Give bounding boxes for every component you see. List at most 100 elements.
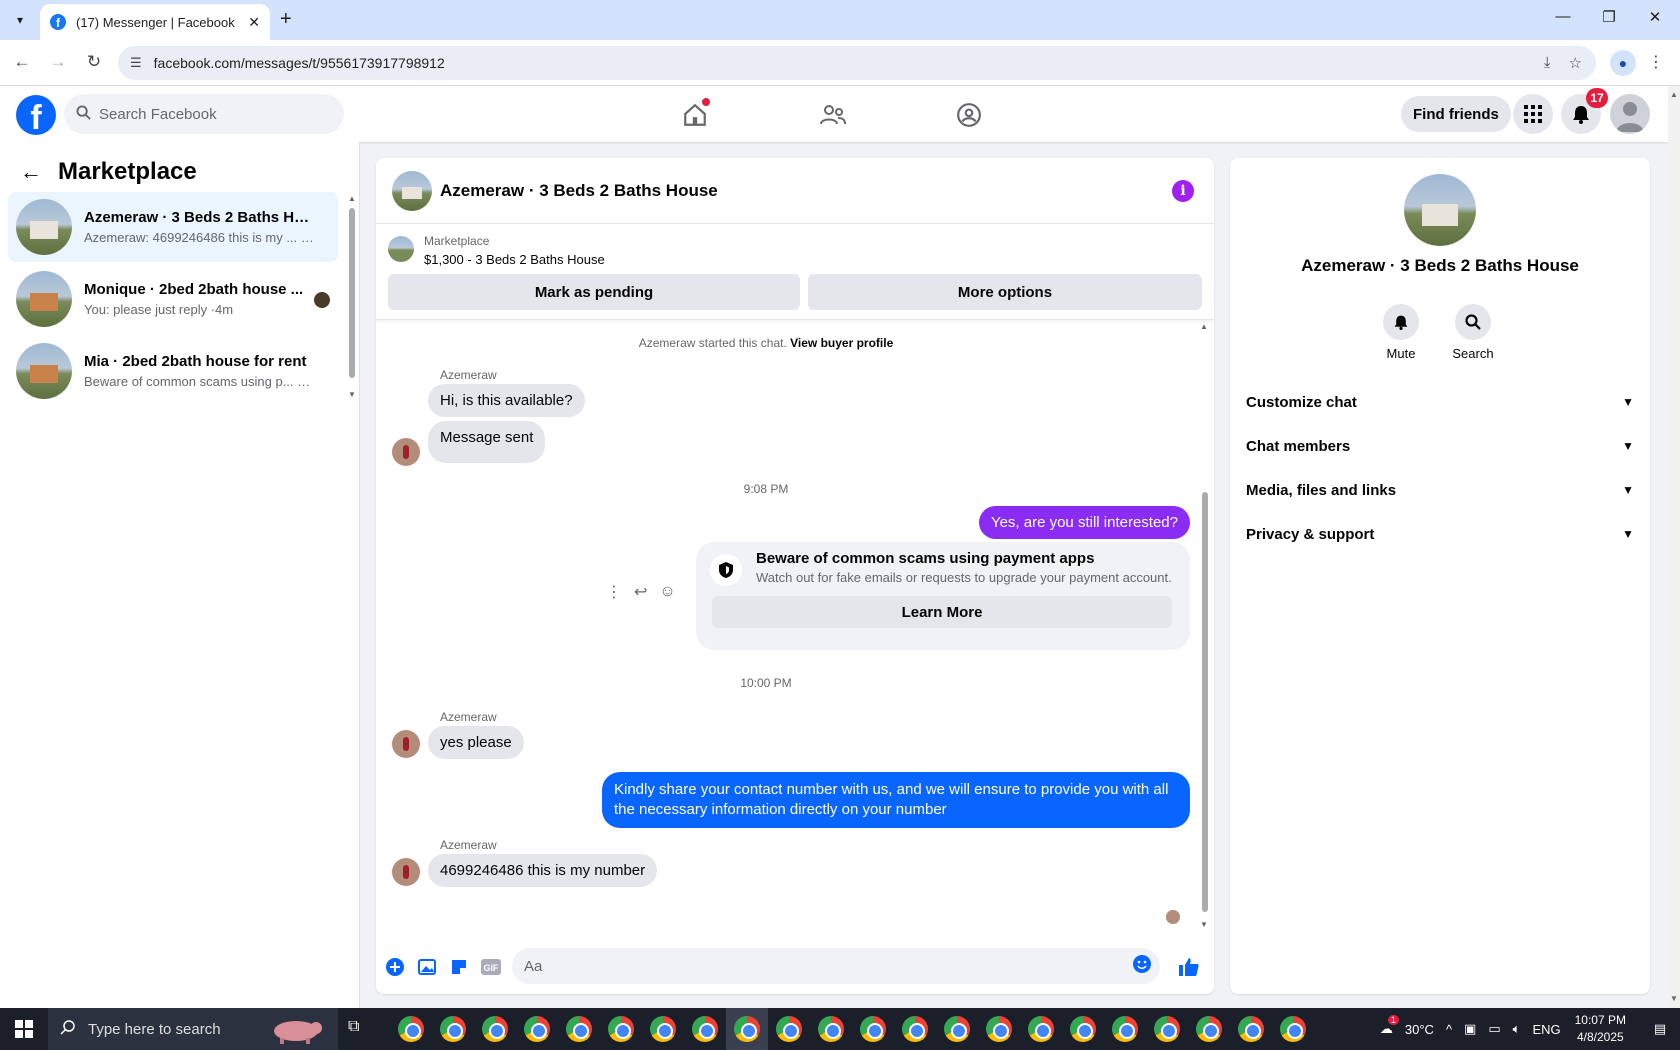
notification-center-icon[interactable]: ▤ [1640, 1008, 1680, 1050]
site-info-icon[interactable]: ☰ [130, 55, 142, 71]
menu-grid-icon[interactable] [1513, 94, 1553, 134]
chrome-taskbar-icon[interactable] [600, 1008, 642, 1050]
volume-icon[interactable]: 🔈︎ [1513, 1021, 1521, 1037]
sender-avatar[interactable] [392, 438, 420, 466]
message-input[interactable]: Aa [512, 948, 1160, 984]
mark-as-pending-button[interactable]: Mark as pending [388, 274, 800, 310]
listing-price[interactable]: $1,300 - 3 Beds 2 Baths House [424, 252, 605, 267]
scroll-up-icon[interactable]: ▲ [348, 194, 356, 203]
scroll-down-icon[interactable]: ▼ [348, 390, 356, 399]
friends-icon[interactable] [816, 98, 850, 132]
scroll-up-icon[interactable]: ▲ [1200, 322, 1208, 331]
incoming-message[interactable]: yes please [428, 726, 524, 759]
sender-avatar[interactable] [392, 730, 420, 758]
install-app-icon[interactable]: ⤓ [1544, 54, 1551, 72]
task-view-icon[interactable]: ⧉ [348, 1018, 359, 1036]
react-emoji-icon[interactable]: ☺ [659, 583, 675, 601]
windows-start-icon[interactable] [0, 1008, 48, 1050]
sender-avatar[interactable] [392, 858, 420, 886]
chrome-taskbar-icon[interactable] [558, 1008, 600, 1050]
network-icon[interactable]: ▭ [1488, 1021, 1500, 1037]
chat-info-avatar[interactable] [1404, 174, 1476, 246]
back-arrow-icon[interactable]: ← [20, 159, 42, 185]
chrome-taskbar-icon[interactable] [1062, 1008, 1104, 1050]
chat-members-row[interactable]: Chat members ▼ [1246, 428, 1634, 464]
scrollbar-thumb[interactable] [349, 208, 355, 378]
incoming-message[interactable]: 4699246486 this is my number [428, 854, 658, 887]
emoji-icon[interactable] [1132, 954, 1152, 978]
outgoing-message[interactable]: Kindly share your contact number with us… [602, 772, 1190, 828]
chat-house-avatar[interactable] [392, 170, 432, 211]
chrome-taskbar-icon[interactable] [894, 1008, 936, 1050]
chrome-taskbar-icon[interactable] [474, 1008, 516, 1050]
chrome-taskbar-icon[interactable] [810, 1008, 852, 1050]
restore-icon[interactable]: ❐ [1594, 8, 1624, 26]
chat-scrollbar[interactable]: ▲ ▼ [1200, 322, 1210, 932]
view-buyer-profile-link[interactable]: View buyer profile [790, 336, 893, 350]
privacy-support-row[interactable]: Privacy & support ▼ [1246, 516, 1634, 552]
reply-icon[interactable]: ↩ [634, 582, 647, 602]
conversation-item[interactable]: Mia · 2bed 2bath house for rent Beware o… [8, 336, 338, 406]
more-actions-icon[interactable]: ⋮ [606, 582, 622, 602]
chrome-taskbar-icon[interactable] [642, 1008, 684, 1050]
incoming-message[interactable]: Message sent [428, 421, 546, 463]
tray-chevron-up-icon[interactable]: ^ [1446, 1022, 1452, 1037]
chrome-taskbar-icon[interactable] [768, 1008, 810, 1050]
chrome-taskbar-icon[interactable] [852, 1008, 894, 1050]
back-icon[interactable]: ← [10, 52, 34, 72]
chrome-taskbar-icon[interactable] [390, 1008, 432, 1050]
minimize-icon[interactable]: — [1548, 8, 1578, 25]
info-icon[interactable]: i [1172, 180, 1194, 202]
media-files-links-row[interactable]: Media, files and links ▼ [1246, 472, 1634, 508]
photo-icon[interactable] [416, 956, 438, 978]
chrome-taskbar-icon[interactable] [684, 1008, 726, 1050]
temperature[interactable]: 30°C [1405, 1022, 1434, 1037]
chrome-taskbar-icon[interactable] [1230, 1008, 1272, 1050]
chrome-taskbar-icon[interactable] [978, 1008, 1020, 1050]
taskbar-clock[interactable]: 10:07 PM 4/8/2025 [1575, 1012, 1626, 1046]
chrome-taskbar-icon[interactable] [1272, 1008, 1314, 1050]
incoming-message[interactable]: Hi, is this available? [428, 384, 585, 417]
account-avatar[interactable] [1610, 94, 1650, 134]
browser-menu-icon[interactable]: ⋮ [1648, 52, 1664, 72]
thumbs-up-icon[interactable] [1178, 956, 1200, 978]
scroll-up-icon[interactable]: ▲ [1670, 90, 1678, 99]
home-icon[interactable] [678, 98, 712, 132]
chat-title[interactable]: Azemeraw · 3 Beds 2 Baths House [440, 181, 718, 201]
new-tab-icon[interactable]: + [280, 8, 292, 31]
forward-icon[interactable]: → [46, 52, 70, 72]
chrome-taskbar-icon[interactable] [1020, 1008, 1062, 1050]
learn-more-button[interactable]: Learn More [712, 596, 1172, 628]
scroll-down-icon[interactable]: ▼ [1200, 920, 1208, 929]
browser-profile-icon[interactable]: ● [1610, 50, 1636, 76]
tab-search-dropdown-icon[interactable]: ▾ [8, 10, 32, 30]
reload-icon[interactable]: ↻ [82, 52, 106, 72]
groups-icon[interactable] [952, 98, 986, 132]
chrome-taskbar-icon[interactable] [1146, 1008, 1188, 1050]
mute-button[interactable]: Mute [1366, 304, 1436, 361]
conversation-item[interactable]: Azemeraw · 3 Beds 2 Baths House Azemeraw… [8, 192, 338, 262]
conversation-item[interactable]: Monique · 2bed 2bath house ... You: plea… [8, 264, 338, 334]
facebook-search-input[interactable]: Search Facebook [64, 94, 344, 134]
outgoing-message[interactable]: Yes, are you still interested? [978, 506, 1190, 539]
chrome-taskbar-icon[interactable] [516, 1008, 558, 1050]
gif-icon[interactable]: GIF [480, 956, 502, 978]
chrome-taskbar-icon-active[interactable] [726, 1008, 768, 1050]
plus-icon[interactable] [384, 956, 406, 978]
bookmark-star-icon[interactable]: ☆ [1569, 54, 1582, 72]
page-scrollbar[interactable]: ▲ ▼ [1668, 86, 1680, 1008]
close-tab-icon[interactable]: ✕ [248, 14, 260, 31]
listing-thumbnail[interactable] [388, 236, 414, 262]
chrome-taskbar-icon[interactable] [432, 1008, 474, 1050]
search-in-chat-button[interactable]: Search [1438, 304, 1508, 361]
find-friends-button[interactable]: Find friends [1401, 96, 1511, 132]
weather-icon[interactable]: ☁ 1 [1380, 1015, 1399, 1037]
facebook-logo-icon[interactable]: f [16, 95, 56, 135]
conversation-list-scrollbar[interactable]: ▲ ▼ [348, 194, 356, 534]
scroll-down-icon[interactable]: ▼ [1670, 994, 1678, 1003]
scrollbar-thumb[interactable] [1202, 492, 1208, 912]
chrome-taskbar-icon[interactable] [936, 1008, 978, 1050]
chrome-taskbar-icon[interactable] [1104, 1008, 1146, 1050]
browser-tab-messenger[interactable]: f (17) Messenger | Facebook ✕ [40, 4, 270, 40]
taskbar-search-input[interactable]: Type here to search [48, 1008, 338, 1050]
